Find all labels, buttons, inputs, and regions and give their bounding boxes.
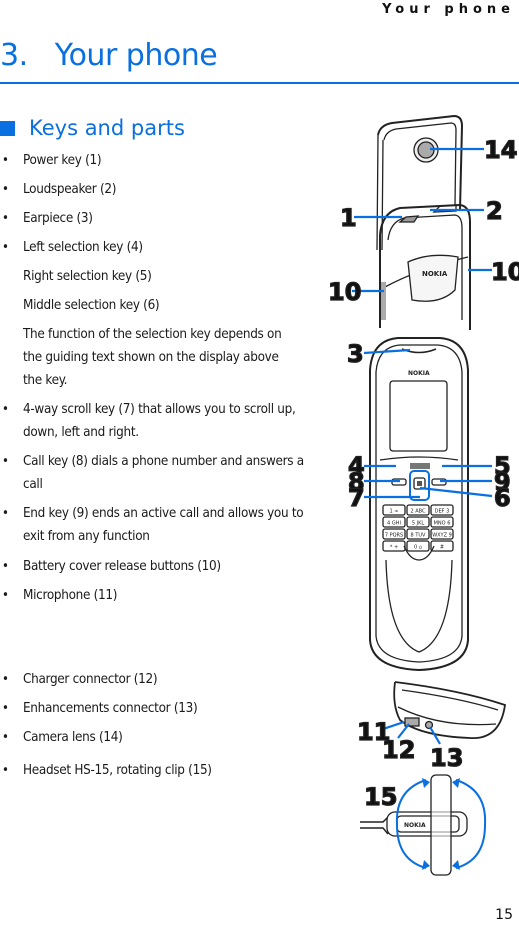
callout-14: 14 — [484, 136, 517, 164]
running-header: Your phone — [382, 2, 515, 17]
section-title: Keys and parts — [29, 116, 185, 140]
list-item: Middle selection key (6) — [23, 298, 160, 313]
keypad-key-label: 5 JKL — [412, 521, 425, 527]
callout-1: 1 — [340, 204, 357, 232]
list-item: • Headset HS-15, rotating clip (15) — [0, 759, 325, 782]
keypad-key-label: 0 ⌂ — [414, 545, 422, 551]
bullet-icon: • — [2, 672, 9, 687]
loudspeaker-grille — [410, 463, 430, 469]
chapter-rule — [0, 82, 519, 84]
callout-10-right: 10 — [491, 258, 519, 286]
bullet-icon: • — [2, 240, 9, 255]
section-marker-icon — [0, 120, 15, 136]
bullet-icon: • — [2, 211, 9, 226]
section-heading: Keys and parts — [0, 116, 185, 140]
list-item: • Left selection key (4) — [0, 236, 325, 259]
brand-logo: NOKIA — [408, 370, 430, 377]
page-number: 15 — [495, 907, 513, 923]
list-item: • Enhancements connector (13) — [0, 697, 325, 720]
brand-logo: NOKIA — [422, 270, 448, 278]
bullet-icon: • — [2, 506, 9, 521]
keypad-key-label: DEF 3 — [435, 509, 450, 515]
bullet-icon: • — [2, 763, 9, 778]
keypad-key-label: 7 PQRS — [385, 533, 403, 539]
callout-6: 6 — [494, 484, 511, 512]
rotate-arrow-icon — [422, 860, 430, 870]
keypad-key-label: # — [440, 545, 444, 551]
keypad-key-label: MNO 6 — [434, 521, 451, 527]
bullet-icon: • — [2, 182, 9, 197]
keypad-key-label: 2 ABC — [410, 509, 426, 515]
callout-labels: 14 1 2 10 10 3 4 5 8 9 7 6 11 12 13 15 — [327, 135, 519, 811]
callout-12: 12 — [382, 736, 415, 764]
phone-illustration: NOKIA NOKIA 1 ∞ 2 ABC DEF 3 4 GHI 5 JKL MNO 6… — [327, 115, 519, 876]
brand-logo: NOKIA — [404, 822, 426, 829]
list-item: • Camera lens (14) — [0, 726, 325, 749]
rotate-arrow-icon — [452, 860, 460, 870]
bullet-icon: • — [2, 730, 9, 745]
callout-15: 15 — [364, 783, 397, 811]
keypad-key-label: 1 ∞ — [390, 509, 399, 515]
phone-bottom-view — [393, 681, 506, 739]
keypad-key-label: 4 GHI — [387, 521, 401, 527]
bullet-icon: • — [2, 454, 9, 469]
list-item: • Earpiece (3) — [0, 207, 325, 230]
list-item: • Loudspeaker (2) — [0, 178, 325, 201]
list-item-note: The function of the selection key depend… — [23, 327, 282, 388]
callout-3: 3 — [347, 340, 364, 368]
keypad-key-label: * + — [390, 545, 398, 551]
callout-7: 7 — [348, 484, 365, 512]
list-item: • End key (9) ends an active call and all… — [0, 502, 325, 548]
list-item: • 4-way scroll key (7) that allows you to… — [0, 398, 325, 444]
list-item: • Battery cover release buttons (10) — [0, 555, 325, 578]
phone-front-view: NOKIA 1 ∞ 2 ABC DEF 3 4 GHI 5 JKL MNO 6 7 PQRS… — [369, 337, 469, 672]
list-item: • Charger connector (12) — [0, 668, 325, 691]
callout-13: 13 — [430, 744, 463, 772]
list-item: • Power key (1) — [0, 149, 325, 172]
keypad-key-label: 8 TUV — [411, 533, 426, 539]
bullet-icon: • — [2, 153, 9, 168]
bullet-icon: • — [2, 559, 9, 574]
bullet-icon: • — [2, 588, 9, 603]
bullet-icon: • — [2, 701, 9, 716]
rotate-arrow-icon — [452, 778, 460, 788]
display-screen — [389, 380, 448, 452]
keypad-key-label: WXYZ 9 — [432, 533, 452, 539]
chapter-title: 3. Your phone — [0, 38, 218, 73]
list-item: • Call key (8) dials a phone number and a… — [0, 450, 325, 496]
bullet-icon: • — [2, 402, 9, 417]
list-item: Right selection key (5) — [23, 269, 152, 284]
list-item: • Microphone (11) — [0, 584, 325, 607]
rotate-arrow-icon — [422, 778, 430, 788]
callout-10-left: 10 — [328, 278, 361, 306]
keypad: 1 ∞ 2 ABC DEF 3 4 GHI 5 JKL MNO 6 7 PQRS 8 TUV W… — [382, 504, 454, 552]
callout-2: 2 — [486, 197, 503, 225]
